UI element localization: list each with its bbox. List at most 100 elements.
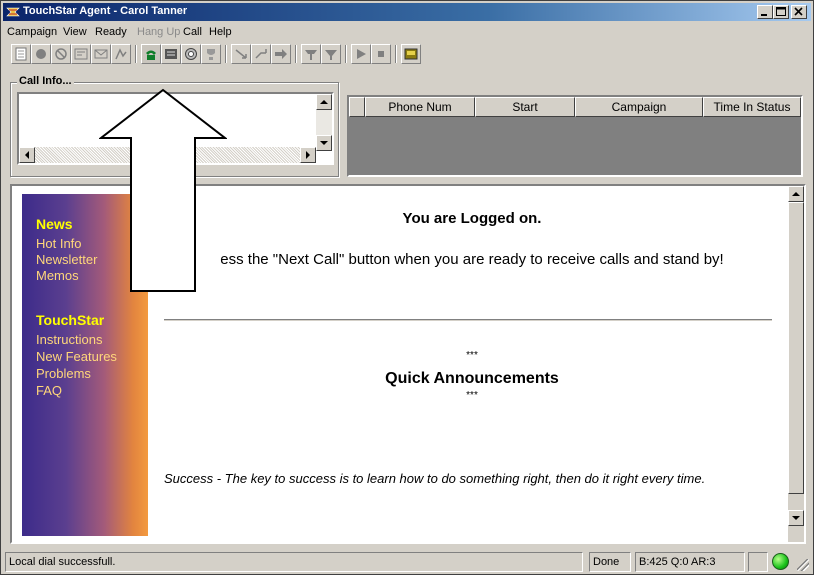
hold-button[interactable] [251,44,271,64]
arrow-up-icon [792,192,800,196]
annotation-up-arrow-icon [99,88,227,292]
minimize-icon [761,14,767,16]
menu-campaign[interactable]: Campaign [7,26,57,38]
window-title: TouchStar Agent - Carol Tanner [23,5,188,17]
play-icon [357,49,366,59]
next-call-instruction: ess the "Next Call" button when you are … [220,251,724,268]
sidebar-link-memos[interactable]: Memos [36,268,79,283]
status-counts: B:425 Q:0 AR:3 [635,552,745,572]
form-button[interactable] [71,44,91,64]
maximize-icon [776,7,786,16]
grid-header-start[interactable]: Start [475,97,575,117]
settings-button[interactable] [181,44,201,64]
scroll-left-button[interactable] [19,147,35,163]
close-button[interactable] [791,5,807,19]
browser-scroll-up-button[interactable] [788,186,804,202]
app-window: TouchStar Agent - Carol Tanner Campaign … [0,0,814,575]
arrow-left-icon [25,151,29,159]
note-icon [15,47,27,61]
close-icon [794,7,803,16]
connection-status-indicator-icon [772,553,789,570]
scroll-up-button[interactable] [316,94,332,110]
skip-icon [115,48,127,60]
next-call-button[interactable] [141,44,161,64]
form-icon [74,48,88,60]
success-quote: Success - The key to success is to learn… [164,471,706,486]
arrow-up-icon [320,100,328,104]
call-info-label: Call Info... [17,75,74,87]
menu-call[interactable]: Call [183,26,202,38]
forward-icon [275,49,287,59]
toolbar-separator [295,45,297,63]
stop-square-button[interactable] [371,44,391,64]
stars-top: *** [466,350,478,361]
grid-header-time-in-status[interactable]: Time In Status [703,97,801,117]
menu-hang-up[interactable]: Hang Up [137,26,180,38]
resize-grip[interactable] [797,559,809,571]
title-bar[interactable]: TouchStar Agent - Carol Tanner [3,3,811,21]
stop-button[interactable] [51,44,71,64]
transfer-button[interactable] [231,44,251,64]
grid-header: Phone Num Start Campaign Time In Status [349,97,801,117]
skip-button[interactable] [111,44,131,64]
scroll-right-button[interactable] [300,147,316,163]
main-content: You are Logged on. ess the "Next Call" b… [162,186,782,542]
toolbar-separator [345,45,347,63]
sidebar-heading-news: News [36,216,73,232]
call-info-vscroll[interactable] [316,94,332,151]
save-button[interactable] [401,44,421,64]
status-bar: Local dial successfull. Done B:425 Q:0 A… [3,551,811,573]
note-button[interactable] [11,44,31,64]
sidebar-link-new-features[interactable]: New Features [36,349,117,364]
conference-button[interactable] [301,44,321,64]
stars-bottom: *** [466,390,478,401]
browser-scroll-thumb[interactable] [788,202,804,494]
menu-help[interactable]: Help [209,26,232,38]
arrow-right-icon [306,151,310,159]
grid-header-campaign[interactable]: Campaign [575,97,703,117]
toolbar-separator [395,45,397,63]
menu-view[interactable]: View [63,26,87,38]
menu-ready[interactable]: Ready [95,26,127,38]
status-done: Done [589,552,631,572]
stop-icon [55,48,67,60]
browser-scroll-down-button[interactable] [788,510,804,526]
toolbar [3,42,811,68]
join-button[interactable] [321,44,341,64]
toolbar-separator [225,45,227,63]
mail-icon [94,49,108,59]
forward-button[interactable] [271,44,291,64]
scroll-down-button[interactable] [316,135,332,151]
mail-button[interactable] [91,44,111,64]
play-button[interactable] [351,44,371,64]
status-message: Local dial successfull. [5,552,583,572]
logged-on-title: You are Logged on. [402,210,542,227]
sidebar-link-faq[interactable]: FAQ [36,383,62,398]
sidebar-link-newsletter[interactable]: Newsletter [36,252,97,267]
drawer-icon [165,49,177,59]
maximize-button[interactable] [773,5,789,19]
hold-icon [255,49,267,59]
menu-bar: Campaign View Ready Hang Up Call Help [3,23,811,41]
drawer-button[interactable] [161,44,181,64]
transfer-icon [235,49,247,59]
quick-announcements-heading: Quick Announcements [385,370,559,387]
sidebar-link-hot-info[interactable]: Hot Info [36,236,82,251]
app-icon [6,7,20,17]
grid-header-indicator[interactable] [349,97,365,117]
browser-vscroll[interactable] [788,186,804,542]
phone-icon [146,50,156,60]
toolbar-separator [135,45,137,63]
sidebar-heading-touchstar: TouchStar [36,312,105,328]
sidebar-link-problems[interactable]: Problems [36,366,91,381]
minimize-button[interactable] [757,5,773,19]
sidebar-link-instructions[interactable]: Instructions [36,332,102,347]
arrow-down-icon [792,516,800,520]
trophy-button[interactable] [201,44,221,64]
grid-header-phone-num[interactable]: Phone Num [365,97,475,117]
arrow-down-icon [320,141,328,145]
call-list-grid[interactable]: Phone Num Start Campaign Time In Status [347,95,803,177]
conference-icon [305,50,317,60]
record-button[interactable] [31,44,51,64]
settings-icon [185,48,197,60]
